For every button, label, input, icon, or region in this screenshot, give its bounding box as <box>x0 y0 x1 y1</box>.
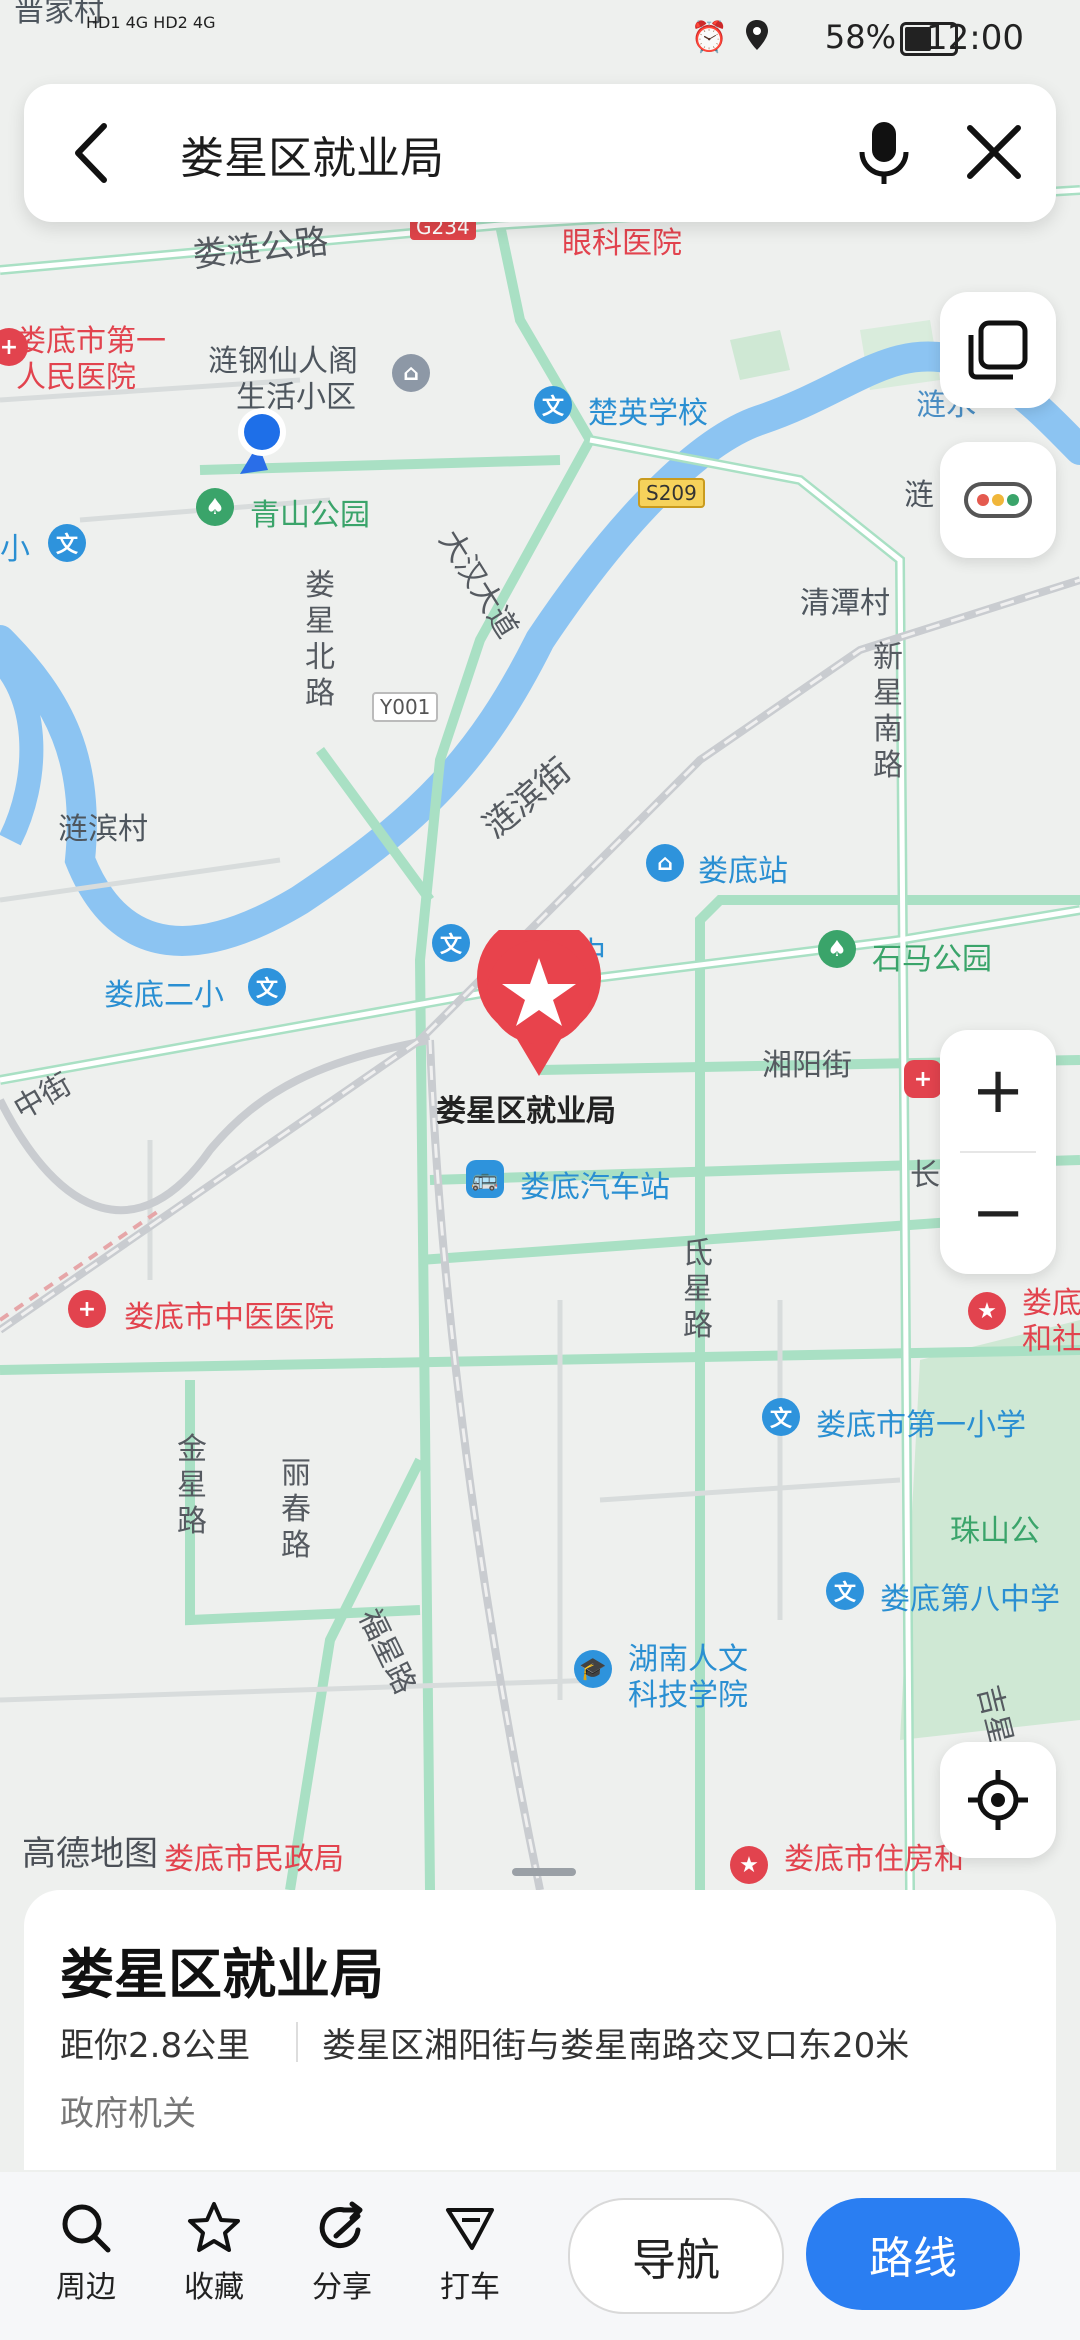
place-category: 政府机关 <box>60 2094 196 2134</box>
drag-handle[interactable] <box>512 1868 576 1876</box>
map-label[interactable]: 娄底市民政局 <box>164 1834 344 1878</box>
locate-me-button[interactable] <box>940 1742 1056 1858</box>
crosshair-icon <box>968 1770 1028 1830</box>
current-location-icon <box>238 408 286 474</box>
map-label[interactable]: 娄底市中医医院 <box>124 1292 334 1336</box>
school-icon[interactable]: 文 <box>826 1572 864 1610</box>
park-icon[interactable]: ♠ <box>818 930 856 968</box>
school-icon[interactable]: 文 <box>762 1398 800 1436</box>
search-bar: 娄星区就业局 <box>24 84 1056 222</box>
place-detail-sheet[interactable]: 娄星区就业局 距你2.8公里 娄星区湘阳街与娄星南路交叉口东20米 政府机关 <box>24 1868 1056 2170</box>
map-view[interactable]: G234 S209 Y001 晋家村 眼科医院 娄涟公路 + 娄底市第一 人民医… <box>0 0 1080 1890</box>
road-tag-s209: S209 <box>638 478 705 508</box>
traffic-icon <box>964 482 1032 518</box>
map-label: 娄星北路 <box>305 568 335 711</box>
map-label: 涟 <box>904 478 934 513</box>
train-station-icon[interactable]: ⌂ <box>646 844 684 882</box>
map-label[interactable]: 娄底二小 <box>104 970 224 1014</box>
layers-button[interactable] <box>940 292 1056 408</box>
close-icon[interactable] <box>954 112 1034 192</box>
selected-place-label[interactable]: 娄星区就业局 <box>436 1086 616 1130</box>
government-icon[interactable]: ★ <box>968 1292 1006 1330</box>
school-icon[interactable]: 文 <box>432 924 470 962</box>
map-label[interactable]: 娄底市第一小学 <box>816 1400 1026 1444</box>
bottom-action-bar: 周边 收藏 分享 打车 导航 路线 <box>0 2172 1080 2340</box>
map-label[interactable]: 科技学院 <box>628 1670 748 1714</box>
hospital-icon[interactable]: + <box>904 1060 942 1098</box>
map-label: 长 <box>910 1158 940 1193</box>
residential-icon[interactable]: ⌂ <box>392 354 430 392</box>
route-button[interactable]: 路线 <box>806 2198 1020 2310</box>
school-icon[interactable]: 文 <box>534 386 572 424</box>
map-label[interactable]: 娄底汽车站 <box>520 1162 670 1206</box>
map-label[interactable]: 小 <box>0 524 30 568</box>
back-icon[interactable] <box>64 114 124 192</box>
map-label[interactable]: 娄底市住房和 <box>784 1834 964 1878</box>
star-icon <box>188 2202 240 2252</box>
taxi-label: 打车 <box>440 2270 500 2305</box>
share-button[interactable]: 分享 <box>292 2200 392 2306</box>
selected-place-marker-icon[interactable] <box>474 930 604 1080</box>
alarm-icon: ⏰ <box>690 20 728 55</box>
zoom-out-button[interactable]: − <box>940 1152 1056 1274</box>
government-icon[interactable]: ★ <box>730 1846 768 1884</box>
place-title: 娄星区就业局 <box>60 1943 384 2006</box>
zoom-in-button[interactable]: + <box>940 1030 1056 1152</box>
zoom-control: + − <box>940 1030 1056 1274</box>
search-icon <box>62 2204 111 2253</box>
share-label: 分享 <box>312 2270 372 2305</box>
map-label[interactable]: 青山公园 <box>250 490 370 534</box>
clock: 12:00 <box>926 18 1024 58</box>
map-label[interactable]: 和社 <box>1022 1314 1080 1358</box>
search-query[interactable]: 娄星区就业局 <box>180 122 444 186</box>
map-label[interactable]: 娄底第八中学 <box>880 1574 1060 1618</box>
network-indicator: HD1 4G HD2 4G <box>86 13 216 32</box>
map-label[interactable]: 人民医院 <box>16 352 136 396</box>
park-icon[interactable]: ♠ <box>196 488 234 526</box>
map-label[interactable]: 珠山公 <box>950 1506 1040 1550</box>
favorite-button[interactable]: 收藏 <box>164 2200 264 2306</box>
map-label[interactable]: 石马公园 <box>872 934 992 978</box>
school-icon[interactable]: 文 <box>48 524 86 562</box>
map-label[interactable]: 娄底站 <box>698 846 788 890</box>
traffic-button[interactable] <box>940 442 1056 558</box>
hospital-icon[interactable]: + <box>68 1290 106 1328</box>
map-label[interactable]: 清潭村 <box>800 578 890 622</box>
divider <box>296 2022 298 2062</box>
status-bar: HD1 4G HD2 4G ⏰ 58% 12:00 <box>0 0 1080 80</box>
taxi-icon <box>446 2208 494 2250</box>
school-icon[interactable]: 文 <box>248 968 286 1006</box>
bus-station-icon[interactable]: 🚌 <box>466 1160 504 1198</box>
place-address: 娄星区湘阳街与娄星南路交叉口东20米 <box>322 2026 910 2066</box>
map-label: 新星南路 <box>873 640 903 783</box>
favorite-label: 收藏 <box>184 2270 244 2305</box>
location-icon <box>746 20 768 50</box>
nearby-label: 周边 <box>56 2270 116 2305</box>
map-logo: 高德地图 <box>22 1834 158 1874</box>
nearby-button[interactable]: 周边 <box>36 2200 136 2306</box>
layers-icon <box>968 320 1028 380</box>
share-icon <box>319 2201 363 2249</box>
navigate-button[interactable]: 导航 <box>568 2198 784 2314</box>
map-label[interactable]: 楚英学校 <box>588 388 708 432</box>
map-label: 丽春路 <box>281 1456 311 1563</box>
map-label: 湘阳街 <box>762 1048 852 1083</box>
map-label[interactable]: 眼科医院 <box>562 218 682 262</box>
place-distance: 距你2.8公里 <box>60 2026 251 2066</box>
road-tag-y001: Y001 <box>372 692 439 722</box>
university-icon[interactable]: 🎓 <box>574 1650 612 1688</box>
map-label[interactable]: 涟滨村 <box>58 804 148 848</box>
map-label: 氐星路 <box>683 1236 713 1343</box>
taxi-button[interactable]: 打车 <box>420 2200 520 2306</box>
battery-percent: 58% <box>824 18 896 56</box>
map-label: 金星路 <box>177 1432 207 1539</box>
microphone-icon[interactable] <box>844 112 924 192</box>
